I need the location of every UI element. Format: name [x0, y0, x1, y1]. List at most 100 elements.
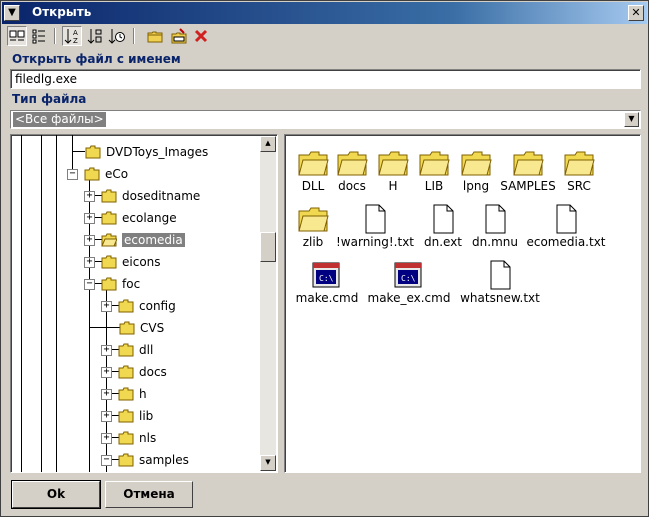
sort-by-date-button[interactable]: [107, 26, 127, 46]
document-icon: [490, 260, 511, 290]
system-menu-button[interactable]: ▼: [4, 5, 20, 21]
tree-item-dvdtoys-images[interactable]: DVDToys_Images: [85, 142, 208, 162]
tree-item-ecolange[interactable]: + ecolange: [84, 208, 177, 228]
expand-icon[interactable]: +: [101, 388, 112, 400]
toolbar-separator: [133, 28, 135, 44]
folder-icon: [118, 299, 134, 313]
file-item-label: SRC: [567, 179, 591, 193]
collapse-icon[interactable]: −: [101, 454, 112, 466]
tree-item-label: h: [139, 387, 147, 401]
scroll-down-arrow-icon[interactable]: ▼: [260, 455, 276, 471]
tree-item-ecomedia[interactable]: + ecomedia: [84, 230, 185, 250]
folder-icon: [101, 255, 117, 269]
ok-button[interactable]: Ok: [11, 480, 101, 509]
svg-text:Z: Z: [73, 37, 78, 45]
tree-item-label: DVDToys_Images: [106, 145, 209, 159]
window-title: Открыть: [32, 5, 92, 19]
tree-item-label: config: [139, 299, 176, 313]
tree-item-samples[interactable]: − samples: [101, 450, 189, 470]
large-icons-view-button[interactable]: [7, 26, 27, 46]
folder-icon: [118, 343, 134, 357]
dropdown-arrow-icon[interactable]: ▼: [624, 112, 639, 127]
folder-icon: [85, 145, 101, 159]
folder-tree[interactable]: DVDToys_Images − eCo + doseditname + eco…: [10, 134, 278, 473]
folder-icon: [101, 211, 117, 225]
document-icon: [556, 204, 577, 234]
sort-by-name-button[interactable]: A Z: [62, 26, 82, 46]
tree-item-nls[interactable]: + nls: [101, 428, 156, 448]
scroll-up-arrow-icon[interactable]: ▲: [260, 136, 276, 152]
tree-item-h[interactable]: + h: [101, 384, 147, 404]
tree-item-label: nls: [139, 431, 157, 445]
expand-icon[interactable]: +: [84, 190, 95, 202]
sort-by-size-button[interactable]: [85, 26, 105, 46]
expand-icon[interactable]: +: [84, 234, 95, 246]
command-prompt-text: C:\: [319, 274, 334, 283]
new-folder-icon: [147, 31, 163, 43]
file-item-make-cmd[interactable]: C:\ make.cmd: [285, 259, 372, 305]
tree-item-label: dll: [139, 343, 154, 357]
tree-item-label: ecolange: [122, 211, 177, 225]
tree-item-label: eCo: [105, 167, 129, 181]
new-folder-button[interactable]: [145, 26, 165, 46]
expand-icon[interactable]: +: [101, 366, 112, 378]
sort-date-icon: [108, 29, 125, 44]
tree-item-label: eicons: [122, 255, 161, 269]
expand-icon[interactable]: +: [84, 256, 95, 268]
folder-icon: [118, 365, 134, 379]
file-item-ecomedia-txt[interactable]: ecomedia.txt: [521, 203, 611, 249]
title-bar[interactable]: ▼ Открыть ✕: [2, 2, 647, 24]
delete-x-icon: [194, 29, 208, 43]
file-list[interactable]: DLL docs H LIB lpng SAMPLES SRC zlib !wa…: [284, 134, 641, 473]
tree-item-docs[interactable]: + docs: [101, 362, 167, 382]
filename-input[interactable]: filedlg.exe: [10, 69, 641, 89]
details-list-icon: [32, 29, 45, 44]
tree-scrollbar[interactable]: ▲ ▼: [260, 136, 276, 471]
tree-item-label: foc: [122, 277, 141, 291]
expand-icon[interactable]: +: [101, 432, 112, 444]
document-icon: [365, 204, 386, 234]
tree-item-label: lib: [139, 409, 154, 423]
scroll-thumb[interactable]: [260, 232, 276, 262]
filetype-label: Тип файла: [12, 92, 87, 106]
open-folder-icon: [101, 233, 118, 247]
toolbar: A Z: [7, 26, 647, 46]
folder-icon: [298, 207, 329, 232]
document-icon: [485, 204, 506, 234]
tree-item-label: ecomedia: [122, 233, 185, 247]
folder-icon: [118, 409, 134, 423]
cancel-button[interactable]: Отмена: [105, 481, 193, 508]
delete-button[interactable]: [191, 26, 211, 46]
expand-icon[interactable]: +: [101, 410, 112, 422]
file-item-label: whatsnew.txt: [460, 291, 540, 305]
command-script-icon: C:\: [394, 262, 422, 288]
folder-icon: [118, 431, 134, 445]
details-view-button[interactable]: [29, 26, 49, 46]
tree-item-cvs[interactable]: CVS: [119, 318, 164, 338]
tree-item-lib[interactable]: + lib: [101, 406, 153, 426]
expand-icon[interactable]: +: [101, 300, 112, 312]
tree-item-dll[interactable]: + dll: [101, 340, 153, 360]
collapse-icon[interactable]: −: [67, 168, 78, 180]
svg-text:A: A: [73, 29, 78, 37]
open-file-dialog: ▼ Открыть ✕ A Z Открыть файл с именем fi…: [0, 0, 649, 517]
tree-item-config[interactable]: + config: [101, 296, 176, 316]
tree-item-doseditname[interactable]: + doseditname: [84, 186, 200, 206]
rename-button[interactable]: [169, 26, 189, 46]
file-item-make-ex-cmd[interactable]: C:\ make_ex.cmd: [364, 259, 454, 305]
file-item-src[interactable]: SRC: [534, 147, 624, 193]
collapse-icon[interactable]: −: [84, 278, 95, 290]
filetype-select[interactable]: <Все файлы> ▼: [10, 110, 641, 129]
tree-item-foc[interactable]: − foc: [84, 274, 140, 294]
folder-icon: [101, 189, 117, 203]
filetype-selected-value: <Все файлы>: [13, 112, 106, 127]
expand-icon[interactable]: +: [101, 344, 112, 356]
file-item-label: make.cmd: [295, 291, 359, 305]
tree-item-eco[interactable]: − eCo: [67, 164, 128, 184]
close-button[interactable]: ✕: [628, 5, 644, 21]
tree-item-label: samples: [139, 453, 189, 467]
tree-item-eicons[interactable]: + eicons: [84, 252, 161, 272]
expand-icon[interactable]: +: [84, 212, 95, 224]
folder-icon: [118, 453, 134, 467]
file-item-whatsnew-txt[interactable]: whatsnew.txt: [455, 259, 545, 305]
